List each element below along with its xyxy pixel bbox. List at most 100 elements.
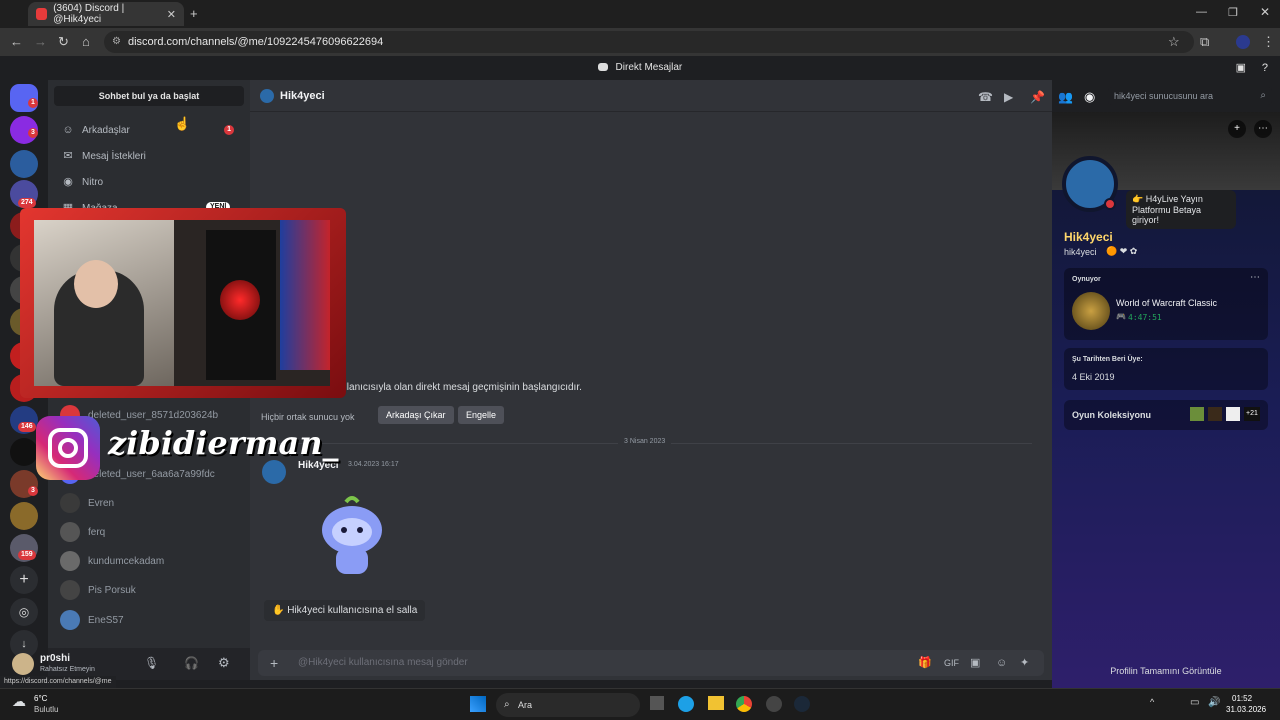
edge-icon[interactable] bbox=[678, 696, 694, 712]
nav-nitro[interactable]: ◉ Nitro bbox=[56, 170, 242, 194]
browser-tab[interactable]: (3604) Discord | @Hik4yeci ✕ bbox=[28, 2, 184, 26]
weather-temp: 6°C bbox=[34, 694, 48, 703]
gift-icon[interactable]: 🎁 bbox=[918, 650, 932, 676]
apps-icon[interactable]: ✦ bbox=[1020, 650, 1029, 676]
site-info-icon[interactable]: ⚙ bbox=[112, 31, 121, 53]
file-explorer-icon[interactable] bbox=[708, 696, 724, 710]
add-friends-dm-icon[interactable]: 👥 bbox=[1058, 90, 1073, 104]
message-composer[interactable]: + @Hik4yeci kullanıcısına mesaj gönder 🎁… bbox=[258, 650, 1044, 676]
clock-time[interactable]: 01:52 bbox=[1232, 694, 1252, 703]
volume-icon[interactable]: 🔊 bbox=[1208, 697, 1220, 708]
avatar bbox=[260, 89, 274, 103]
game-name: World of Warcraft Classic bbox=[1116, 298, 1218, 308]
explore-servers-icon[interactable]: ◎ bbox=[10, 598, 38, 626]
unread-badge: 274 bbox=[18, 198, 36, 208]
dm-label: ferq bbox=[88, 526, 106, 538]
nav-message-requests[interactable]: ✉ Mesaj İstekleri bbox=[56, 144, 242, 168]
steam-icon[interactable] bbox=[794, 696, 810, 712]
member-since-label: Şu Tarihten Beri Üye: bbox=[1072, 356, 1143, 363]
status-url: https://discord.com/channels/@me bbox=[0, 676, 116, 688]
more-options-icon[interactable]: ⋯ bbox=[1254, 120, 1272, 138]
add-attachment-icon[interactable]: + bbox=[270, 650, 278, 676]
add-friend-icon[interactable]: + bbox=[1228, 120, 1246, 138]
microphone-icon[interactable]: 🎙 bbox=[144, 656, 159, 670]
profile-username: hik4yeci bbox=[1064, 247, 1097, 257]
settings-gear-icon[interactable]: ⚙ bbox=[218, 655, 230, 671]
activity-options-icon[interactable]: ⋯ bbox=[1250, 272, 1260, 283]
server-icon[interactable] bbox=[10, 502, 38, 530]
app-title: Direkt Mesajlar bbox=[615, 62, 683, 73]
inbox-icon[interactable]: ▣ bbox=[1236, 56, 1246, 80]
url-field[interactable]: ⚙ discord.com/channels/@me/1092245476096… bbox=[104, 31, 1194, 53]
avatar bbox=[60, 610, 80, 630]
dm-item[interactable]: Evren bbox=[56, 489, 242, 517]
nav-label: Nitro bbox=[82, 176, 104, 188]
member-since-date: 4 Eki 2019 bbox=[1072, 372, 1115, 382]
remove-friend-button[interactable]: Arkadaşı Çıkar bbox=[378, 406, 454, 424]
dm-item[interactable]: Pis Porsuk bbox=[56, 576, 242, 604]
menu-kebab-icon[interactable]: ⋮ bbox=[1262, 34, 1275, 50]
url-text: discord.com/channels/@me/109224547609662… bbox=[128, 36, 384, 48]
dm-item[interactable]: ferq bbox=[56, 518, 242, 546]
pin-icon[interactable]: 📌 bbox=[1030, 90, 1045, 104]
playing-label: Oynuyor bbox=[1072, 276, 1101, 283]
avatar[interactable] bbox=[12, 653, 34, 675]
wave-button[interactable]: ✋ Hik4yeci kullanıcısına el salla bbox=[264, 600, 426, 621]
forward-icon[interactable]: → bbox=[34, 34, 47, 49]
server-icon[interactable] bbox=[10, 438, 38, 466]
minimize-icon[interactable]: — bbox=[1196, 6, 1207, 18]
wave-text: Hik4yeci kullanıcısına el salla bbox=[287, 605, 418, 616]
dm-item[interactable]: EneS57 bbox=[56, 606, 242, 634]
wumpus-sticker bbox=[322, 496, 382, 574]
sticker-icon[interactable]: ▣ bbox=[970, 650, 980, 676]
friends-icon: ☺ bbox=[62, 124, 74, 136]
collection-more: +21 bbox=[1244, 407, 1260, 421]
search-input[interactable]: hik4yeci sunucusunu ara ⌕ bbox=[1108, 87, 1272, 105]
dm-item[interactable]: kundumcekadam bbox=[56, 547, 242, 575]
clock-date[interactable]: 31.03.2026 bbox=[1226, 705, 1266, 714]
taskbar-search[interactable]: ⌕ Ara bbox=[496, 693, 640, 717]
app-title-bar: Direkt Mesajlar ▣ ? bbox=[0, 56, 1280, 80]
network-icon[interactable]: ▭ bbox=[1190, 697, 1199, 708]
home-icon[interactable]: ⌂ bbox=[82, 34, 90, 49]
tray-overflow-icon[interactable]: ^ bbox=[1150, 697, 1154, 707]
start-button-icon[interactable] bbox=[470, 696, 486, 712]
headset-icon[interactable]: 🎧 bbox=[184, 656, 199, 670]
close-window-icon[interactable]: ✕ bbox=[1260, 5, 1270, 19]
voice-call-icon[interactable]: ☎ bbox=[978, 90, 993, 104]
block-button[interactable]: Engelle bbox=[458, 406, 505, 424]
view-full-profile-link[interactable]: Profilin Tamamını Görüntüle bbox=[1052, 666, 1280, 676]
emoji-icon[interactable]: ☺ bbox=[996, 650, 1007, 676]
extensions-icon[interactable]: ⧉ bbox=[1200, 34, 1209, 50]
bookmark-star-icon[interactable]: ☆ bbox=[1168, 34, 1180, 50]
nav-friends[interactable]: ☺ Arkadaşlar 1 bbox=[56, 118, 242, 142]
profile-display-name: Hik4yeci bbox=[1064, 230, 1113, 244]
back-icon[interactable]: ← bbox=[10, 34, 23, 49]
user-profile-toggle-icon[interactable]: ◉ bbox=[1084, 89, 1095, 105]
close-tab-icon[interactable]: ✕ bbox=[167, 8, 176, 21]
instagram-handle: zibidierman_ bbox=[108, 424, 339, 462]
chrome-icon[interactable] bbox=[736, 696, 752, 712]
profile-avatar[interactable] bbox=[1236, 35, 1250, 49]
weather-icon[interactable]: ☁ bbox=[12, 693, 26, 710]
restore-icon[interactable]: ❐ bbox=[1228, 6, 1238, 19]
avatar bbox=[60, 551, 80, 571]
gif-icon[interactable]: GIF bbox=[944, 650, 959, 676]
envelope-icon: ✉ bbox=[63, 150, 73, 162]
reload-icon[interactable]: ↻ bbox=[58, 34, 69, 50]
channel-header: Hik4yeci ☎ ▶ 📌 bbox=[250, 80, 1052, 112]
task-view-icon[interactable] bbox=[650, 696, 664, 710]
instagram-logo-lens bbox=[58, 438, 78, 458]
game-collection-card[interactable]: Oyun Koleksiyonu +21 bbox=[1064, 400, 1268, 430]
video-call-icon[interactable]: ▶ bbox=[1004, 90, 1013, 104]
find-conversation-button[interactable]: Sohbet bul ya da başlat bbox=[54, 86, 244, 106]
app-icon[interactable] bbox=[766, 696, 782, 712]
server-icon[interactable] bbox=[10, 150, 38, 178]
add-server-icon[interactable]: + bbox=[10, 566, 38, 594]
custom-status-bubble: 👉 H4yLive Yayın Platformu Betaya giriyor… bbox=[1126, 190, 1236, 229]
collection-label: Oyun Koleksiyonu bbox=[1072, 410, 1152, 420]
mouse-cursor-icon: ☝ bbox=[174, 116, 191, 131]
address-bar: ← → ↻ ⌂ ⚙ discord.com/channels/@me/10922… bbox=[0, 28, 1280, 56]
new-tab-icon[interactable]: + bbox=[190, 6, 198, 21]
help-icon[interactable]: ? bbox=[1262, 56, 1268, 80]
